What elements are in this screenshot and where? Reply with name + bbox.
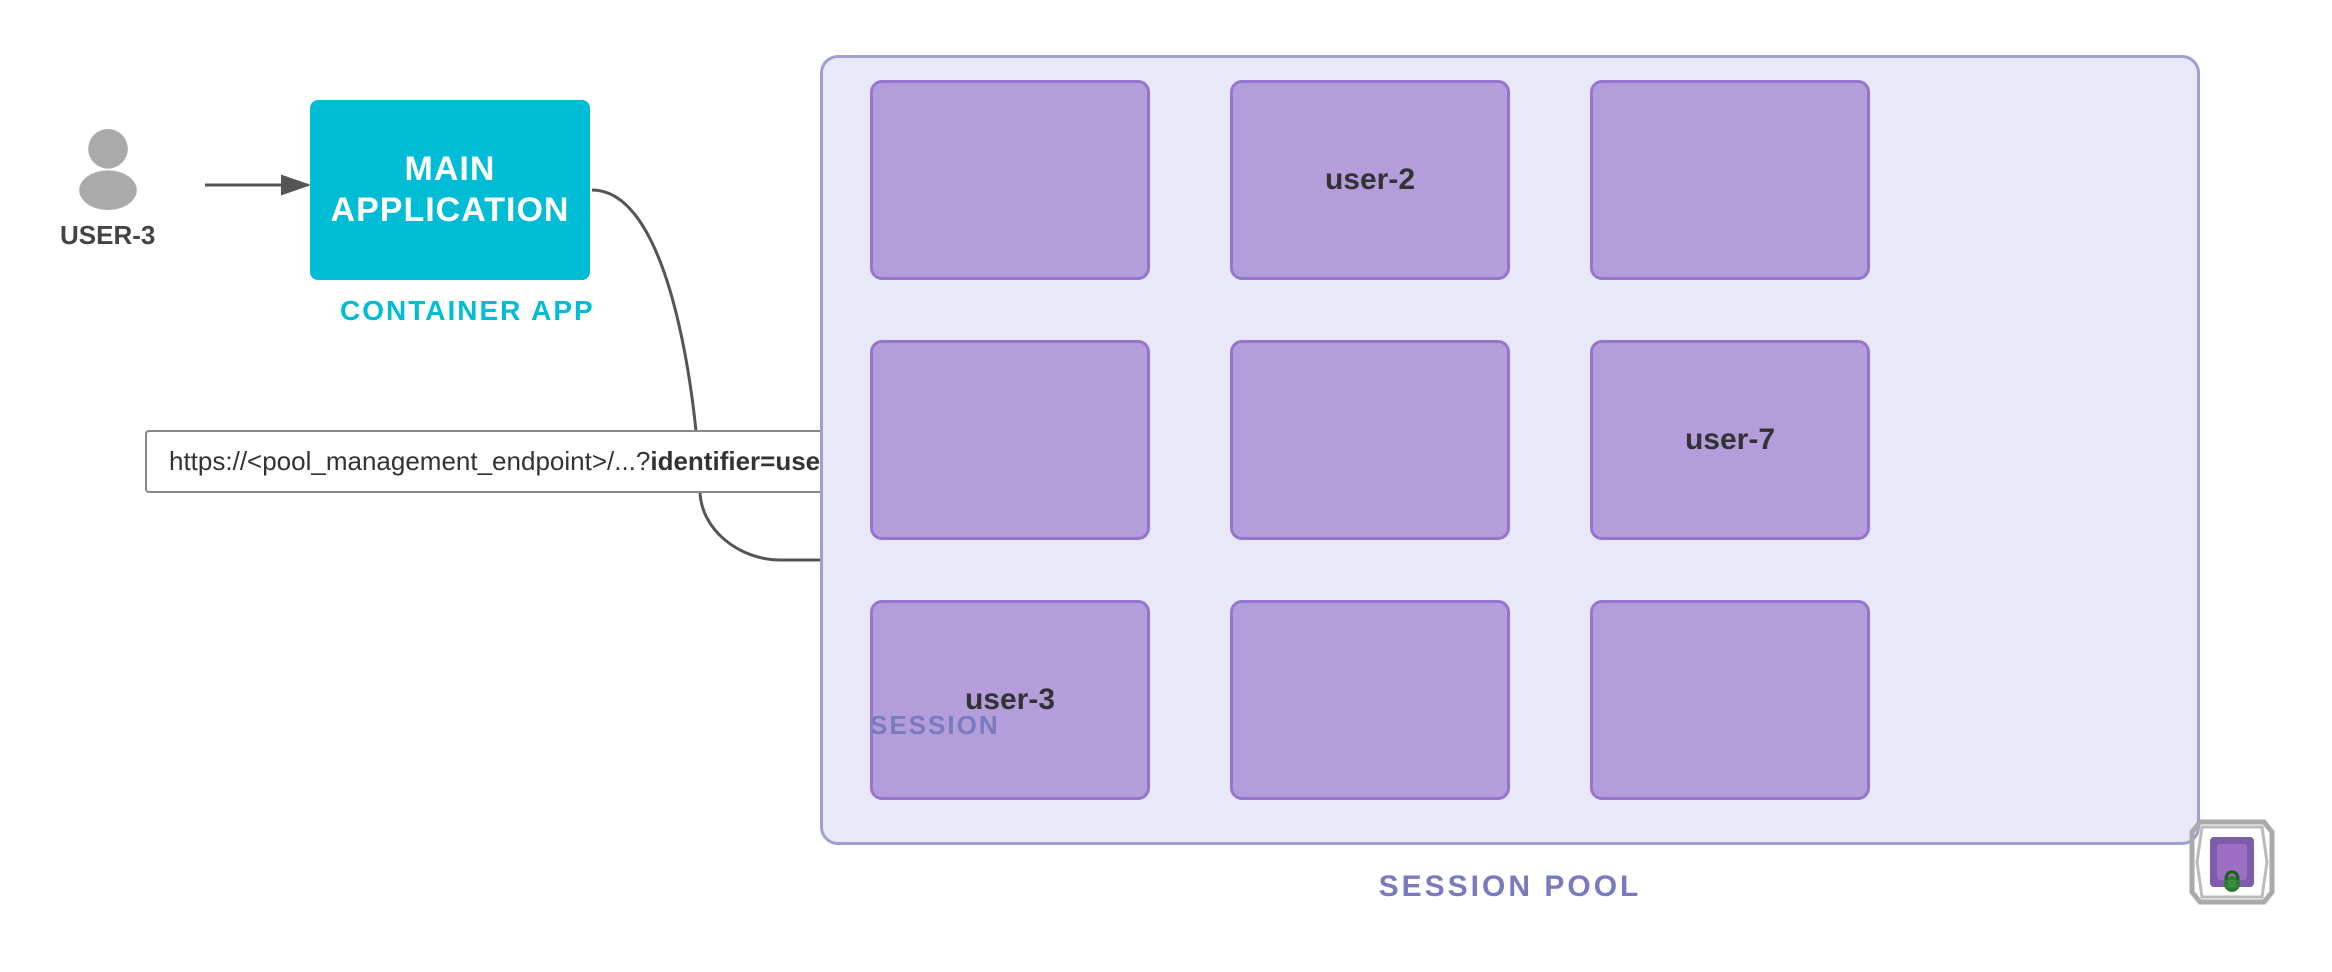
- azure-container-icon: [2182, 812, 2282, 912]
- session-cell-s4: [870, 340, 1150, 540]
- container-app-label: CONTAINER APP: [340, 295, 595, 327]
- user-avatar-icon: [63, 120, 153, 210]
- session-cell-s3: [1590, 80, 1870, 280]
- session-cell-s2: user-2: [1230, 80, 1510, 280]
- session-cell-s8: [1230, 600, 1510, 800]
- main-app-text: MAIN APPLICATION: [331, 149, 570, 231]
- user-section: USER-3: [60, 120, 155, 251]
- url-box: https://<pool_management_endpoint>/...?i…: [145, 430, 877, 493]
- session-grid: user-2 user-7 user-3: [870, 80, 1870, 800]
- session-label: SESSION: [870, 710, 1000, 741]
- session-cell-s9: [1590, 600, 1870, 800]
- session-cell-s6: user-7: [1590, 340, 1870, 540]
- diagram: USER-3 MAIN APPLICATION CONTAINER APP ht…: [0, 0, 2332, 972]
- session-pool-label: SESSION POOL: [820, 870, 2200, 904]
- session-cell-label-s6: user-7: [1685, 423, 1775, 457]
- azure-icon: [2182, 812, 2282, 912]
- session-cell-s5: [1230, 340, 1510, 540]
- session-cell-user3: user-3: [870, 600, 1150, 800]
- url-prefix: https://<pool_management_endpoint>/...?: [169, 446, 650, 476]
- session-cell-s1: [870, 80, 1150, 280]
- session-cell-label-s2: user-2: [1325, 163, 1415, 197]
- user-label: USER-3: [60, 220, 155, 251]
- main-app-box: MAIN APPLICATION: [310, 100, 590, 280]
